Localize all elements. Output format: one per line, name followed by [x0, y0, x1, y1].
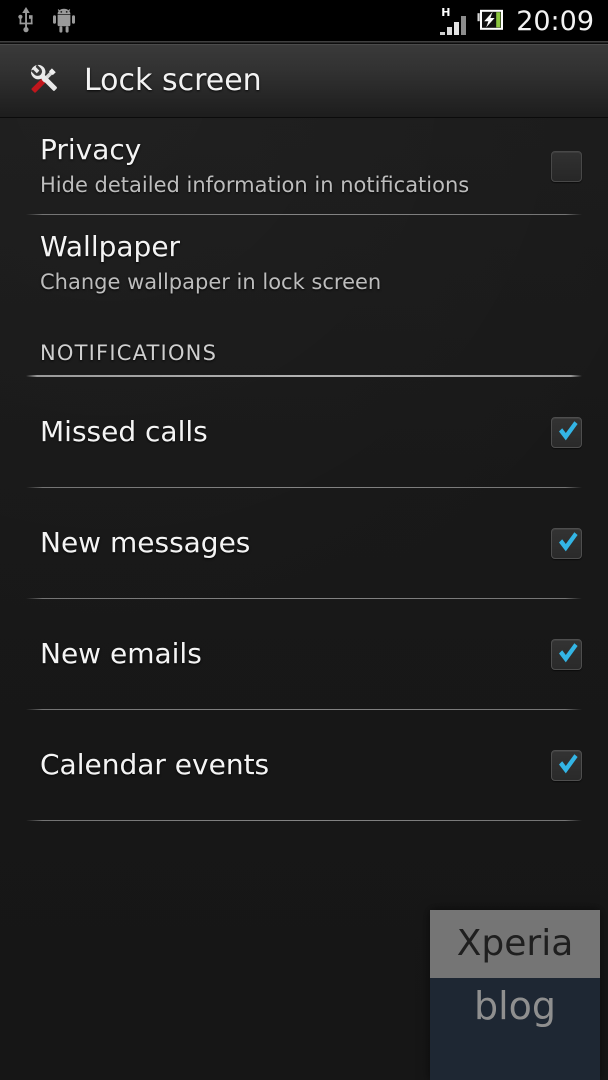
watermark-top: Xperia [430, 910, 600, 978]
signal-strength-icon: H [440, 6, 467, 35]
title-bar-sheen [0, 44, 608, 45]
phone-screen: H 20:09 Lock screen Privacy Hide detaile… [0, 0, 608, 1080]
settings-row-title: Wallpaper [40, 230, 181, 264]
settings-row-texts: New messages [40, 526, 551, 560]
status-bar-clock: 20:09 [516, 5, 594, 37]
section-header-label: NOTIFICATIONS [40, 341, 218, 365]
settings-row-texts: Missed calls [40, 415, 551, 449]
title-bar[interactable]: Lock screen [0, 44, 608, 118]
calendar-events-checkbox[interactable] [551, 749, 582, 781]
settings-row-title: New messages [40, 526, 251, 560]
settings-row-title: Calendar events [40, 748, 270, 782]
checkmark-icon [559, 642, 578, 662]
watermark-top-text: Xperia [456, 923, 574, 964]
missed-calls-checkbox[interactable] [551, 416, 582, 448]
settings-list: Privacy Hide detailed information in not… [0, 118, 608, 821]
settings-row-texts: Calendar events [40, 748, 551, 782]
new-messages-checkbox[interactable] [551, 527, 582, 559]
section-header-notifications: NOTIFICATIONS [0, 311, 608, 375]
settings-row-summary: Change wallpaper in lock screen [40, 269, 382, 294]
settings-row-summary: Hide detailed information in notificatio… [40, 172, 470, 197]
battery-charging-icon [477, 9, 505, 35]
new-emails-checkbox[interactable] [551, 638, 582, 670]
watermark-bottom-text: blog [473, 984, 557, 1028]
settings-tools-icon [22, 56, 68, 106]
settings-row-title: Privacy [40, 133, 142, 167]
settings-row-missed-calls[interactable]: Missed calls [0, 377, 608, 487]
settings-row-texts: Privacy Hide detailed information in not… [40, 135, 551, 196]
status-bar-right-cluster: H 20:09 [440, 5, 594, 37]
android-icon [53, 8, 75, 37]
settings-row-title: New emails [40, 637, 202, 671]
status-bar[interactable]: H 20:09 [0, 0, 608, 44]
checkmark-icon [559, 420, 578, 440]
watermark-bottom: blog [430, 978, 600, 1080]
checkmark-icon [559, 531, 578, 551]
settings-row-texts: New emails [40, 637, 551, 671]
privacy-checkbox[interactable] [551, 150, 582, 182]
settings-row-privacy[interactable]: Privacy Hide detailed information in not… [0, 118, 608, 214]
checkmark-icon [559, 753, 578, 773]
status-bar-left-icons [16, 7, 75, 37]
settings-row-texts: Wallpaper Change wallpaper in lock scree… [40, 232, 582, 293]
settings-row-wallpaper[interactable]: Wallpaper Change wallpaper in lock scree… [0, 215, 608, 311]
list-divider [26, 820, 582, 821]
settings-row-title: Missed calls [40, 415, 208, 449]
usb-icon [16, 7, 36, 37]
settings-row-calendar-events[interactable]: Calendar events [0, 710, 608, 820]
settings-row-new-messages[interactable]: New messages [0, 488, 608, 598]
xperia-blog-watermark: Xperia blog [430, 910, 600, 1080]
settings-row-new-emails[interactable]: New emails [0, 599, 608, 709]
page-title: Lock screen [84, 62, 262, 98]
network-type-label: H [441, 6, 451, 19]
